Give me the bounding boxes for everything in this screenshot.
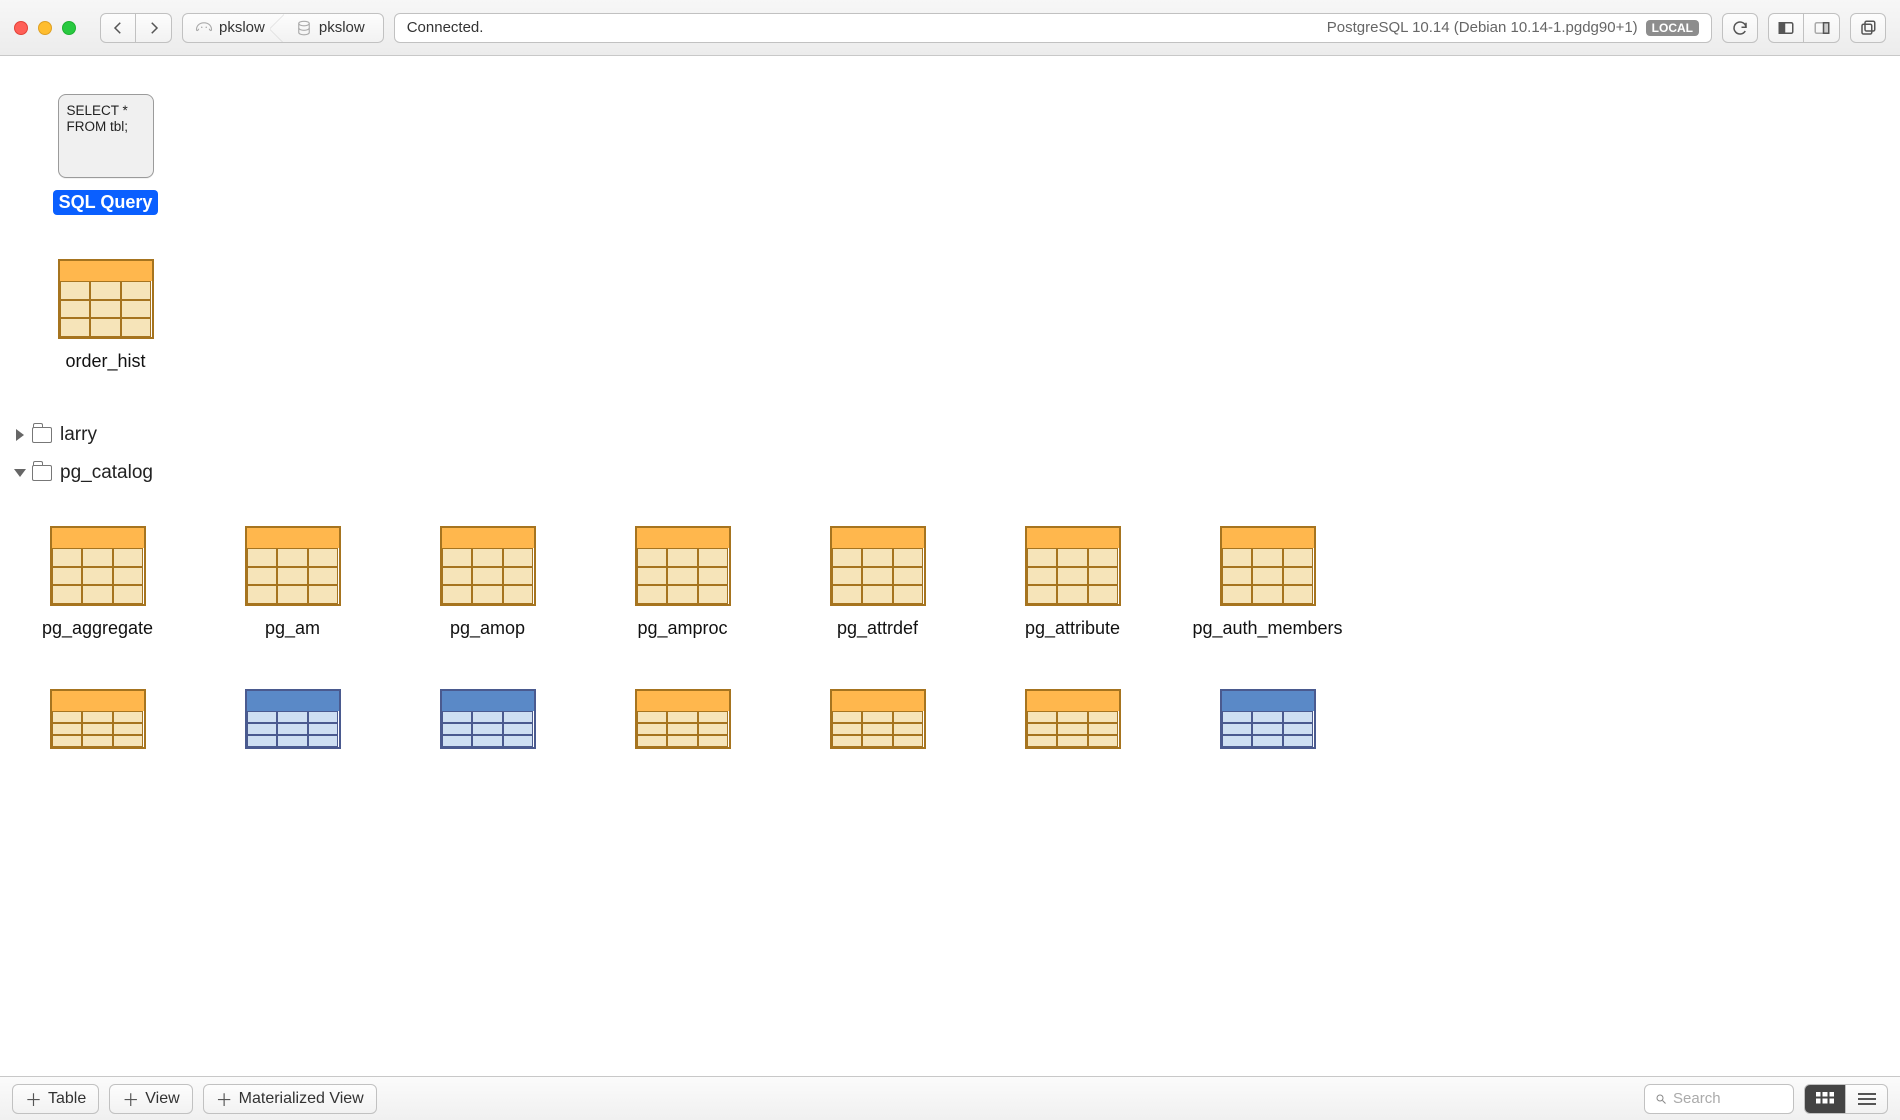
table-icon bbox=[50, 526, 146, 606]
back-button[interactable] bbox=[100, 13, 136, 43]
table-item[interactable] bbox=[195, 689, 390, 749]
new-tab-button[interactable] bbox=[1850, 13, 1886, 43]
table-item[interactable]: pg_aggregate bbox=[0, 526, 195, 639]
table-item[interactable] bbox=[390, 689, 585, 749]
zoom-window-button[interactable] bbox=[62, 21, 76, 35]
table-item[interactable]: pg_am bbox=[195, 526, 390, 639]
table-item[interactable] bbox=[780, 689, 975, 749]
disclosure-triangle-icon bbox=[14, 469, 26, 477]
breadcrumb-connection[interactable]: pkslow bbox=[183, 14, 283, 42]
breadcrumb-database-label: pkslow bbox=[319, 19, 365, 36]
table-item-label: pg_amproc bbox=[637, 618, 727, 639]
breadcrumb: pkslow pkslow bbox=[182, 13, 384, 43]
window-controls bbox=[14, 21, 76, 35]
folder-larry[interactable]: larry bbox=[0, 416, 1900, 454]
table-icon bbox=[1220, 526, 1316, 606]
table-item-label: pg_amop bbox=[450, 618, 525, 639]
table-item[interactable] bbox=[975, 689, 1170, 749]
table-icon bbox=[1025, 689, 1121, 749]
list-view-button[interactable] bbox=[1846, 1084, 1888, 1114]
view-icon bbox=[245, 689, 341, 749]
folder-label: larry bbox=[60, 424, 97, 446]
toolbar: pkslow pkslow Connected. PostgreSQL 10.1… bbox=[0, 0, 1900, 56]
table-item-label: pg_attrdef bbox=[837, 618, 918, 639]
table-item-label: pg_auth_members bbox=[1192, 618, 1342, 639]
table-icon bbox=[245, 526, 341, 606]
reload-button[interactable] bbox=[1722, 13, 1758, 43]
bottom-bar: ＋ Table ＋ View ＋ Materialized View bbox=[0, 1076, 1900, 1120]
table-item[interactable] bbox=[1170, 689, 1365, 749]
table-item-order-hist[interactable]: order_hist bbox=[8, 259, 203, 372]
table-item[interactable]: pg_auth_members bbox=[1170, 526, 1365, 639]
right-panel-toggle[interactable] bbox=[1804, 13, 1840, 43]
table-icon bbox=[50, 689, 146, 749]
breadcrumb-database[interactable]: pkslow bbox=[283, 14, 383, 42]
view-mode-buttons bbox=[1804, 1084, 1888, 1114]
sql-query-item[interactable]: SELECT * FROM tbl; SQL Query bbox=[8, 94, 203, 215]
table-item-label: pg_aggregate bbox=[42, 618, 153, 639]
table-item[interactable] bbox=[585, 689, 780, 749]
table-icon bbox=[440, 526, 536, 606]
add-view-button[interactable]: ＋ View bbox=[109, 1084, 192, 1114]
sql-query-thumb: SELECT * FROM tbl; bbox=[58, 94, 154, 178]
plus-icon: ＋ bbox=[216, 1086, 233, 1111]
sql-query-label: SQL Query bbox=[53, 190, 159, 215]
disclosure-triangle-icon bbox=[16, 429, 24, 441]
table-item[interactable] bbox=[0, 689, 195, 749]
minimize-window-button[interactable] bbox=[38, 21, 52, 35]
add-table-button[interactable]: ＋ Table bbox=[12, 1084, 99, 1114]
search-icon bbox=[1655, 1092, 1667, 1106]
grid-view-button[interactable] bbox=[1804, 1084, 1846, 1114]
search-input[interactable] bbox=[1673, 1090, 1783, 1107]
database-icon bbox=[295, 19, 313, 37]
elephant-icon bbox=[195, 19, 213, 37]
table-icon bbox=[635, 689, 731, 749]
plus-icon: ＋ bbox=[122, 1086, 139, 1111]
add-table-label: Table bbox=[48, 1090, 86, 1108]
table-icon bbox=[1025, 526, 1121, 606]
nav-buttons bbox=[100, 13, 172, 43]
folder-label: pg_catalog bbox=[60, 462, 153, 484]
close-window-button[interactable] bbox=[14, 21, 28, 35]
table-item[interactable]: pg_attribute bbox=[975, 526, 1170, 639]
add-matview-button[interactable]: ＋ Materialized View bbox=[203, 1084, 377, 1114]
connection-status: Connected. bbox=[407, 19, 484, 36]
table-icon bbox=[830, 526, 926, 606]
table-icon bbox=[635, 526, 731, 606]
table-item[interactable]: pg_amproc bbox=[585, 526, 780, 639]
table-item-label: pg_attribute bbox=[1025, 618, 1120, 639]
connection-badge: LOCAL bbox=[1646, 20, 1699, 36]
catalog-grid: pg_aggregate pg_am pg_amop pg_amproc pg_attr… bbox=[0, 492, 1900, 689]
view-icon bbox=[1220, 689, 1316, 749]
add-matview-label: Materialized View bbox=[239, 1090, 364, 1108]
left-panel-toggle[interactable] bbox=[1768, 13, 1804, 43]
folder-pg-catalog[interactable]: pg_catalog bbox=[0, 454, 1900, 492]
table-item[interactable]: pg_attrdef bbox=[780, 526, 975, 639]
table-icon bbox=[830, 689, 926, 749]
table-icon bbox=[58, 259, 154, 339]
server-version: PostgreSQL 10.14 (Debian 10.14-1.pgdg90+… bbox=[1327, 19, 1638, 36]
content-area: SELECT * FROM tbl; SQL Query order_hist … bbox=[0, 56, 1900, 1076]
view-icon bbox=[440, 689, 536, 749]
plus-icon: ＋ bbox=[25, 1086, 42, 1111]
folder-icon bbox=[32, 465, 52, 481]
add-view-label: View bbox=[145, 1090, 179, 1108]
folder-icon bbox=[32, 427, 52, 443]
sidebar-toggle-buttons bbox=[1768, 13, 1840, 43]
table-item-label: order_hist bbox=[65, 351, 145, 372]
table-item-label: pg_am bbox=[265, 618, 320, 639]
forward-button[interactable] bbox=[136, 13, 172, 43]
breadcrumb-connection-label: pkslow bbox=[219, 19, 265, 36]
search-field[interactable] bbox=[1644, 1084, 1794, 1114]
table-item[interactable]: pg_amop bbox=[390, 526, 585, 639]
catalog-grid-row2 bbox=[0, 689, 1900, 749]
status-bar: Connected. PostgreSQL 10.14 (Debian 10.1… bbox=[394, 13, 1712, 43]
